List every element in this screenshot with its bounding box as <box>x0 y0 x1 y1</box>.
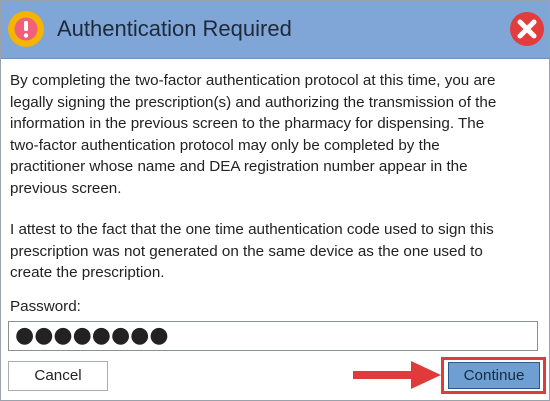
warning-icon <box>8 11 44 47</box>
attestation-notice: I attest to the fact that the one time a… <box>10 221 494 282</box>
dialog-title: Authentication Required <box>57 16 292 41</box>
legal-signing-notice: By completing the two-factor authenticat… <box>10 72 497 197</box>
password-field[interactable]: ●●●●●●●● <box>8 321 538 351</box>
authentication-dialog: Authentication Required By completing th… <box>0 0 550 401</box>
password-label: Password: <box>10 298 81 315</box>
close-icon[interactable] <box>509 11 545 47</box>
title-bar: Authentication Required <box>1 1 549 59</box>
continue-button[interactable]: Continue <box>448 362 540 389</box>
cancel-button[interactable]: Cancel <box>8 361 108 391</box>
red-arrow-icon <box>353 361 441 389</box>
